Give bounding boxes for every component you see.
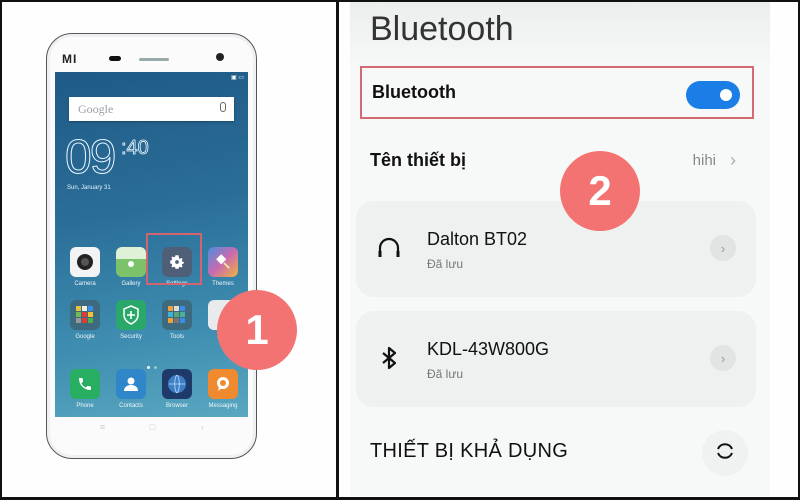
- device-name-row[interactable]: Tên thiết bị hihi ›: [360, 142, 754, 182]
- device-status: Đã lưu: [427, 367, 464, 381]
- chat-icon: [208, 369, 238, 399]
- settings-highlight-box: [146, 233, 202, 285]
- toggle-knob: [720, 89, 732, 101]
- device-name-value: hihi: [692, 152, 716, 169]
- app-label: Messaging: [208, 403, 238, 409]
- earpiece-speaker: [139, 58, 169, 61]
- refresh-icon: [714, 440, 736, 467]
- clock-hours: 09: [64, 131, 116, 184]
- camera-icon: [70, 247, 100, 277]
- available-devices-heading: THIẾT BỊ KHẢ DỤNG: [370, 440, 569, 462]
- app-label: Themes: [212, 281, 234, 287]
- bluetooth-toggle[interactable]: [686, 81, 740, 109]
- device-name-label: Tên thiết bị: [370, 150, 466, 170]
- clock-minutes: :40: [121, 137, 150, 159]
- proximity-sensor: [109, 56, 121, 61]
- date-label: Sun, January 31: [67, 185, 111, 191]
- front-camera: [216, 53, 224, 61]
- app-security[interactable]: Security: [109, 300, 153, 340]
- paired-device-item[interactable]: Dalton BT02 Đã lưu ›: [356, 201, 756, 297]
- status-bar-icons: ▣ ▭: [230, 75, 244, 81]
- step-badge-1: 1: [217, 290, 297, 370]
- folder-icon: [70, 300, 100, 330]
- mic-icon[interactable]: [220, 102, 226, 112]
- home-button[interactable]: □: [128, 422, 178, 432]
- app-browser[interactable]: Browser: [155, 369, 199, 409]
- menu-button[interactable]: ≡: [78, 422, 128, 432]
- shield-plus-icon: [116, 300, 146, 330]
- app-folder-google[interactable]: Google: [63, 300, 107, 340]
- phone-icon: [70, 369, 100, 399]
- paired-device-item[interactable]: KDL-43W800G Đã lưu ›: [356, 311, 756, 407]
- nav-bar: ≡ □ ‹: [47, 422, 258, 432]
- app-folder-tools[interactable]: Tools: [155, 300, 199, 340]
- panel-divider: [336, 0, 339, 500]
- gallery-icon: [116, 247, 146, 277]
- device-status: Đã lưu: [427, 257, 464, 271]
- step-badge-2: 2: [560, 151, 640, 231]
- bluetooth-icon: [376, 345, 402, 371]
- device-details-button[interactable]: ›: [710, 235, 736, 261]
- app-label: Tools: [169, 334, 184, 340]
- app-label: Contacts: [119, 403, 143, 409]
- app-themes[interactable]: Themes: [201, 247, 245, 287]
- app-label: Browser: [165, 403, 188, 409]
- globe-icon: [162, 369, 192, 399]
- header: Bluetooth: [350, 2, 770, 62]
- app-label: Google: [75, 334, 95, 340]
- bluetooth-settings-screen: Bluetooth Bluetooth Tên thiết bị hihi › …: [350, 2, 770, 496]
- chevron-right-icon: ›: [730, 150, 736, 170]
- contacts-icon: [116, 369, 146, 399]
- brush-icon: [208, 247, 238, 277]
- folder-icon: [162, 300, 192, 330]
- app-phone[interactable]: Phone: [63, 369, 107, 409]
- app-label: Security: [120, 334, 142, 340]
- app-label: Camera: [74, 281, 96, 287]
- app-contacts[interactable]: Contacts: [109, 369, 153, 409]
- page-title: Bluetooth: [370, 10, 514, 48]
- google-search-bar[interactable]: Google: [69, 97, 234, 121]
- search-placeholder: Google: [78, 102, 114, 116]
- app-messaging[interactable]: Messaging: [201, 369, 245, 409]
- app-camera[interactable]: Camera: [63, 247, 107, 287]
- device-details-button[interactable]: ›: [710, 345, 736, 371]
- back-button[interactable]: ‹: [178, 422, 228, 432]
- bluetooth-toggle-row[interactable]: Bluetooth: [360, 66, 754, 119]
- right-margin: [770, 2, 796, 496]
- brand-logo: MI: [62, 52, 78, 66]
- headphones-icon: [376, 235, 402, 261]
- refresh-button[interactable]: [702, 430, 748, 476]
- device-name: Dalton BT02: [427, 229, 528, 249]
- app-label: Phone: [76, 403, 94, 409]
- device-name: KDL-43W800G: [427, 339, 550, 359]
- bluetooth-toggle-label: Bluetooth: [372, 82, 456, 102]
